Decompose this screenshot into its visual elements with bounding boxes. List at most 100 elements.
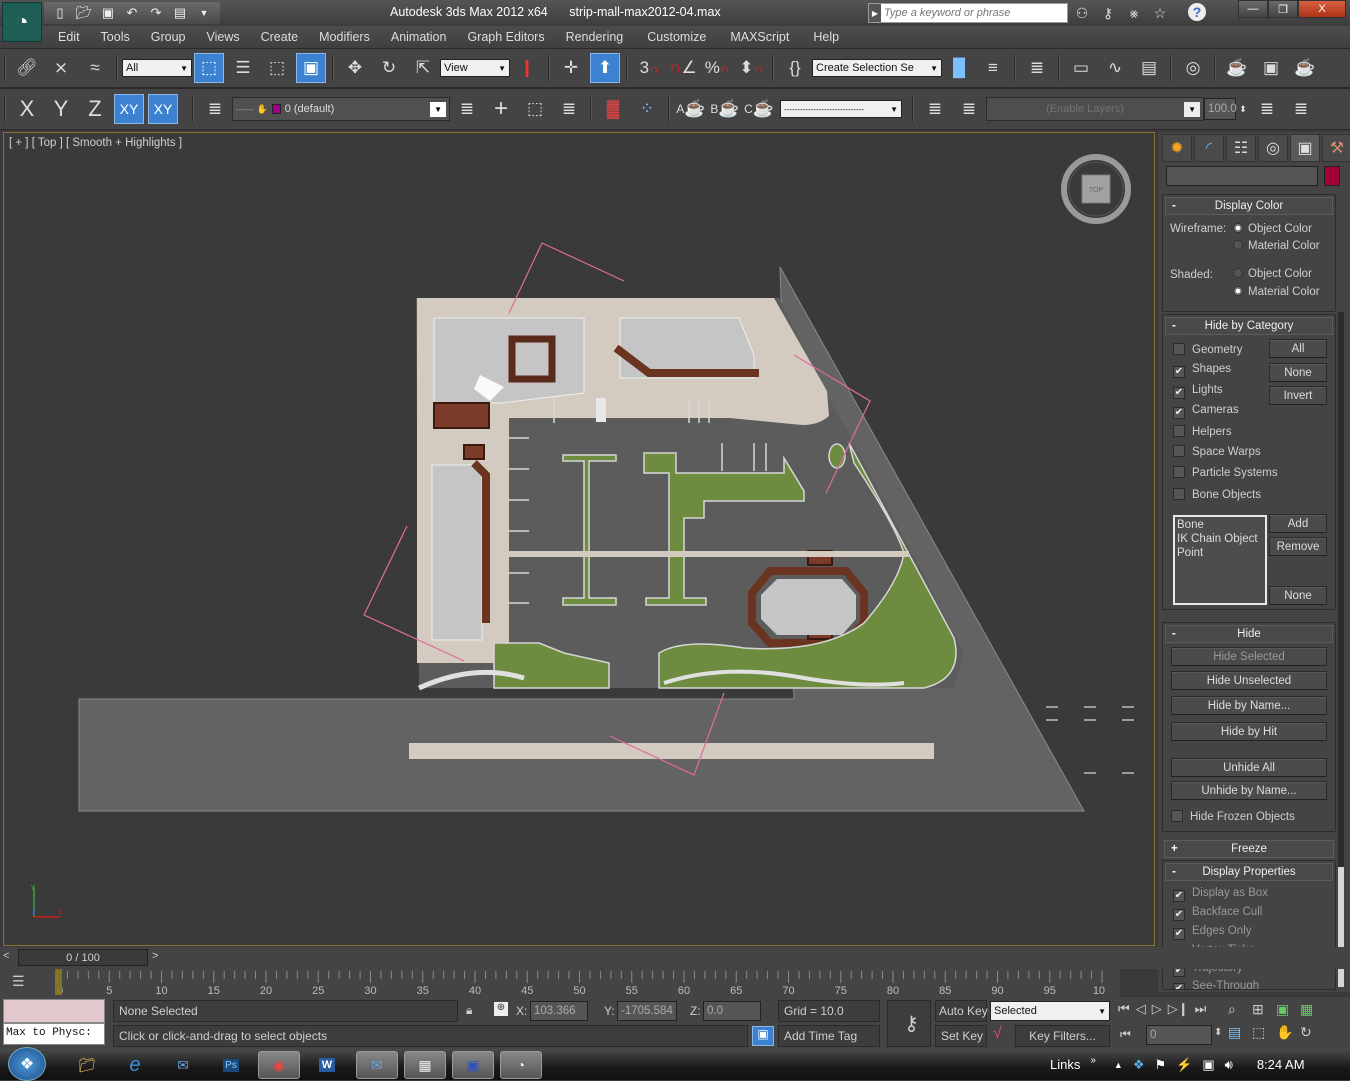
redo-icon[interactable]: ↷ [146,4,166,22]
shaded-object-color-radio[interactable]: Object Color [1233,268,1312,280]
taskbar-thunderbird-2-icon[interactable]: ✉ [356,1051,398,1079]
key-mode-toggle-icon[interactable]: ⏮ [1120,1027,1131,1042]
rectangular-selection-icon[interactable]: ⬚ [262,53,292,83]
category-invert-button[interactable]: Invert [1269,386,1327,405]
selection-filter-dropdown[interactable]: All ▼ [122,59,192,77]
frame-spinner[interactable]: ⬍ [1214,1027,1222,1038]
network-icon[interactable]: ▣ [1202,1057,1214,1073]
time-slider[interactable]: 0 / 100 [18,949,148,966]
mirror-icon[interactable]: ▐▌ [944,53,974,83]
maxscript-mini-listener[interactable]: Max to Physc: [3,1023,105,1045]
taskbar-chrome-icon[interactable]: ◉ [258,1051,300,1079]
snaps-toggle-icon[interactable]: 3 ∩ [634,53,664,83]
rendered-frame-window-icon[interactable]: ▣ [1256,53,1286,83]
snap-to-plane-button[interactable]: XY [148,94,178,124]
list-item[interactable]: IK Chain Object [1177,532,1263,546]
links-toolbar[interactable]: Links [1050,1057,1080,1072]
render-setup-icon[interactable]: ☕ [1222,53,1252,83]
list-item[interactable]: Point [1177,546,1263,560]
select-and-rotate-icon[interactable]: ↻ [374,53,404,83]
hide-by-name-button[interactable]: Hide by Name... [1171,696,1327,715]
category-space-warps-checkbox[interactable]: Space Warps [1173,445,1261,458]
clock[interactable]: 8:24 AM [1257,1057,1305,1072]
category-none-button[interactable]: None [1269,363,1327,382]
project-folder-icon[interactable]: ▤ [170,4,190,22]
shaded-material-color-radio[interactable]: Material Color [1233,286,1320,298]
layer-add-icon[interactable]: ≣ [1286,94,1316,124]
create-icon[interactable]: ✹ [1162,134,1192,162]
start-button[interactable]: ❖ [8,1047,46,1081]
satellite-icon[interactable]: ⨳ [1124,3,1144,23]
layer-select-icon[interactable]: ≣ [954,94,984,124]
taskbar-calculator-icon[interactable]: ▦ [404,1051,446,1079]
track-bar[interactable]: ☰ 05101520253035404550556065707580859095… [0,969,1120,997]
restrict-x-button[interactable]: X [12,94,42,124]
time-prev-button[interactable]: < [3,950,9,962]
select-objects-in-layer-icon[interactable]: ⬚ [520,94,550,124]
category-remove-button[interactable]: Remove [1269,537,1327,556]
schematic-view-icon[interactable]: ▤ [1134,53,1164,83]
absolute-mode-transform-icon[interactable]: ⊕ [494,1002,508,1016]
zoom-extents-all-icon[interactable]: ▦ [1300,1001,1324,1018]
category-particle-systems-checkbox[interactable]: Particle Systems [1173,466,1278,479]
category-add-button[interactable]: Add [1269,514,1327,533]
set-key-button[interactable]: Set Key [935,1025,987,1047]
select-and-manipulate-icon[interactable]: ✛ [556,53,586,83]
select-and-scale-icon[interactable]: ⇱ [408,53,438,83]
viewport-top[interactable]: [ + ] [ Top ] [ Smooth + Highlights ] TO… [3,132,1155,946]
menu-create[interactable]: Create [261,30,299,44]
open-icon[interactable]: 📂︎ [74,4,94,22]
object-name-field[interactable] [1166,166,1318,186]
create-new-layer-icon[interactable]: ≣ [452,94,482,124]
hide-frozen-objects-checkbox[interactable]: Hide Frozen Objects [1171,810,1295,823]
taskbar-3dsmax-icon[interactable]: ◔ [500,1051,542,1079]
wireframe-material-color-radio[interactable]: Material Color [1233,240,1320,252]
previous-frame-icon[interactable]: ◁ [1136,1001,1146,1017]
graphite-modeling-tools-icon[interactable]: ▭ [1066,53,1096,83]
time-next-button[interactable]: > [152,950,158,962]
menu-group[interactable]: Group [151,30,186,44]
layer-manager-icon[interactable]: ≣ [200,94,230,124]
spinner-snap-icon[interactable]: ⬍ ∩ [736,53,766,83]
menu-animation[interactable]: Animation [391,30,447,44]
minimize-button[interactable]: — [1238,0,1268,18]
add-to-layer-icon[interactable]: + [486,94,516,124]
rollout-header-freeze[interactable]: + Freeze [1164,840,1334,858]
category-helpers-checkbox[interactable]: Helpers [1173,425,1232,438]
layer-light-icon[interactable]: ≣ [920,94,950,124]
time-configuration-icon[interactable]: ▤ [1228,1024,1252,1041]
orbit-icon[interactable]: ↻ [1300,1024,1324,1041]
zoom-extents-icon[interactable]: ▣ [1276,1001,1300,1018]
volume-icon[interactable]: 🔊︎ [1225,1057,1233,1073]
named-selection-set-dropdown[interactable]: Create Selection Se ▼ [812,59,942,77]
rollout-header-display-properties[interactable]: - Display Properties [1165,863,1333,881]
list-item[interactable]: Bone [1177,518,1263,532]
bind-to-space-warp-icon[interactable]: ≈ [80,53,110,83]
auto-key-button[interactable]: Auto Key [935,1000,988,1022]
rollout-header-display-color[interactable]: - Display Color [1165,197,1333,215]
binoculars-icon[interactable]: ⚇ [1072,3,1092,23]
category-cameras-checkbox[interactable]: ✔ Cameras [1173,404,1239,419]
angle-snap-icon[interactable]: ∩ ∠ [668,53,698,83]
layer-manager-icon[interactable]: ≣ [1022,53,1052,83]
expand-search-icon[interactable]: ▶ [869,4,881,22]
set-current-layer-icon[interactable]: ≣ [554,94,584,124]
taskbar-explorer-icon[interactable]: 📁︎ [66,1051,108,1079]
category-list[interactable]: Bone IK Chain Object Point [1173,515,1267,605]
use-pivot-center-icon[interactable]: ❙ [512,53,542,83]
window-crossing-icon[interactable]: ▣ [296,53,326,83]
category-shapes-checkbox[interactable]: ✔ Shapes [1173,363,1231,378]
keyword-search-input[interactable] [881,7,1061,19]
restrict-y-button[interactable]: Y [46,94,76,124]
current-layer-dropdown[interactable]: —— ✋ 0 (default) ▼ [232,97,450,121]
motion-icon[interactable]: ◎ [1258,134,1288,162]
see-through-checkbox[interactable]: ✔ See-Through [1173,980,1259,989]
display-as-box-checkbox[interactable]: ✔ Display as Box [1173,887,1268,902]
edit-named-selection-icon[interactable]: {} [780,53,810,83]
menu-tools[interactable]: Tools [101,30,130,44]
menu-customize[interactable]: Customize [647,30,706,44]
menu-rendering[interactable]: Rendering [566,30,624,44]
brush-preset-c[interactable]: C ☕ [744,94,774,124]
brush-preset-b[interactable]: B ☕ [710,94,740,124]
add-time-tag-button[interactable]: Add Time Tag [778,1025,880,1047]
